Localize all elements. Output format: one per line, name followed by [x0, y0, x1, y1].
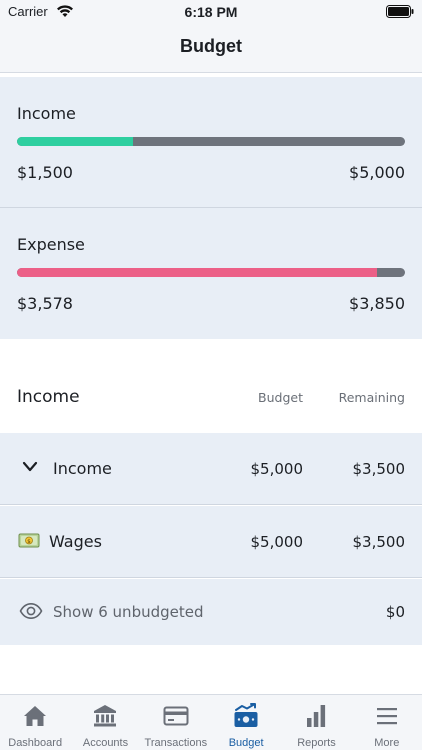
- expense-summary[interactable]: Expense $3,578 $3,850: [0, 208, 422, 339]
- expense-target: $3,850: [349, 294, 405, 313]
- page-title: Budget: [180, 36, 242, 56]
- tab-label: Dashboard: [8, 737, 63, 749]
- expense-actual: $3,578: [17, 294, 73, 313]
- tab-label: Reports: [297, 737, 336, 749]
- row-remaining: $3,500: [352, 533, 406, 551]
- income-summary[interactable]: Income $1,500 $5,000: [0, 77, 422, 208]
- menu-icon: [376, 708, 397, 725]
- row-label: Income: [53, 459, 112, 478]
- status-bar: Carrier 6:18 PM: [0, 0, 422, 26]
- show-unbudgeted-row[interactable]: Show 6 unbudgeted $0: [0, 579, 422, 645]
- budget-icon: [234, 703, 258, 727]
- budget-table-header: Income Budget Remaining: [0, 362, 422, 432]
- tab-label: Transactions: [144, 737, 208, 749]
- section-title: Income: [17, 387, 80, 407]
- column-header-budget: Budget: [258, 390, 303, 405]
- income-summary-label: Income: [17, 104, 76, 123]
- expense-progress-fill: [17, 268, 378, 277]
- card-icon: [163, 706, 189, 726]
- income-target: $5,000: [349, 163, 405, 182]
- home-icon: [24, 706, 47, 726]
- tab-label: More: [374, 737, 400, 749]
- tab-reports[interactable]: Reports: [281, 695, 351, 750]
- tab-budget[interactable]: Budget: [211, 695, 281, 750]
- row-label: Wages: [49, 532, 102, 551]
- navigation-bar: Budget: [0, 26, 422, 73]
- bank-icon: [94, 705, 117, 727]
- tab-label: Accounts: [82, 737, 129, 749]
- expense-progress-bar: [17, 268, 405, 277]
- chevron-down-icon[interactable]: [22, 461, 38, 473]
- income-group-row[interactable]: Income $5,000 $3,500: [0, 433, 422, 505]
- svg-text:$: $: [27, 539, 31, 545]
- tab-more[interactable]: More: [352, 695, 422, 750]
- tab-dashboard[interactable]: Dashboard: [0, 695, 70, 750]
- income-progress-fill: [17, 137, 134, 146]
- bar-chart-icon: [307, 705, 326, 727]
- show-unbudgeted-label: Show 6 unbudgeted: [53, 603, 204, 621]
- income-actual: $1,500: [17, 163, 73, 182]
- tab-label: Budget: [228, 737, 264, 749]
- tab-accounts[interactable]: Accounts: [70, 695, 140, 750]
- row-remaining: $3,500: [352, 460, 406, 478]
- tab-bar: Dashboard Accounts Transactions Budget R…: [0, 694, 422, 750]
- battery-icon: [386, 5, 414, 18]
- column-header-remaining: Remaining: [338, 390, 405, 405]
- wages-row[interactable]: $ Wages $5,000 $3,500: [0, 506, 422, 578]
- row-budget: $5,000: [250, 533, 304, 551]
- money-icon: $: [18, 533, 40, 548]
- row-budget: $5,000: [250, 460, 304, 478]
- income-progress-bar: [17, 137, 405, 146]
- eye-icon: [19, 602, 43, 620]
- unbudgeted-remaining: $0: [385, 603, 405, 621]
- clock: 6:18 PM: [184, 4, 238, 20]
- expense-summary-label: Expense: [17, 235, 85, 254]
- tab-transactions[interactable]: Transactions: [141, 695, 211, 750]
